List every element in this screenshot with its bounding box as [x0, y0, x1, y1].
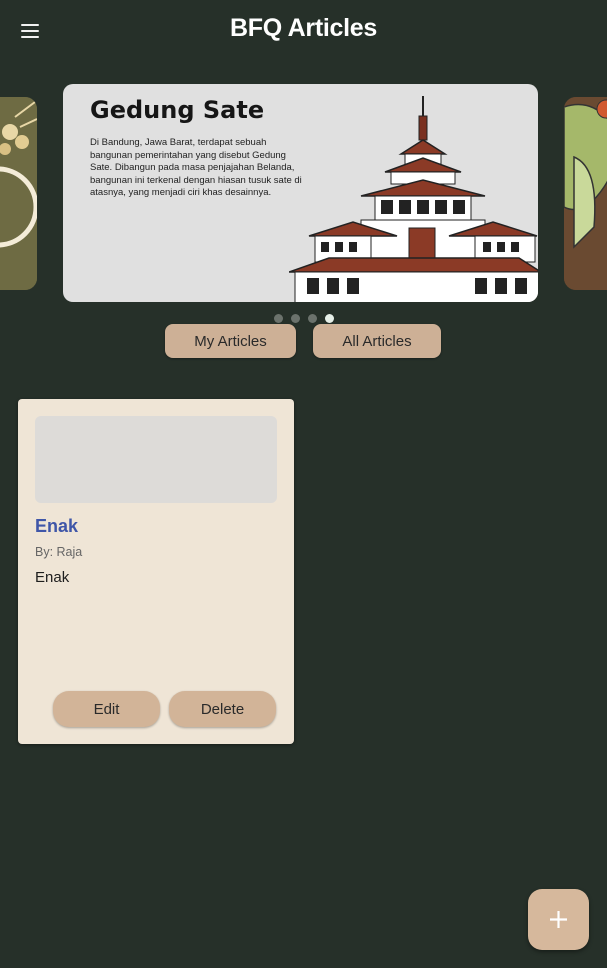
all-articles-button[interactable]: All Articles [313, 324, 441, 358]
delete-button[interactable]: Delete [169, 691, 276, 727]
article-author: By: Raja [35, 545, 83, 559]
carousel-dot[interactable] [290, 314, 300, 323]
featured-carousel[interactable]: Gedung Sate Di Bandung, Jawa Barat, terd… [0, 84, 607, 304]
my-articles-button[interactable]: My Articles [165, 324, 296, 358]
plus-icon [550, 911, 567, 928]
carousel-slide-current[interactable]: Gedung Sate Di Bandung, Jawa Barat, terd… [63, 84, 538, 302]
gedung-sate-illustration [289, 96, 538, 302]
article-card[interactable]: Enak By: Raja Enak Edit Delete [18, 399, 294, 744]
edit-button[interactable]: Edit [53, 691, 160, 727]
app-bar: BFQ Articles [0, 0, 607, 62]
carousel-dot-active[interactable] [324, 314, 334, 323]
article-title[interactable]: Enak [35, 516, 78, 537]
slide-title: Gedung Sate [90, 96, 265, 124]
carousel-dot[interactable] [273, 314, 283, 323]
carousel-slide-previous[interactable] [0, 97, 37, 290]
slide-description: Di Bandung, Jawa Barat, terdapat sebuah … [90, 137, 302, 198]
page-title: BFQ Articles [230, 14, 377, 42]
carousel-slide-next[interactable] [564, 97, 607, 290]
add-article-button[interactable] [528, 889, 589, 950]
article-thumbnail [35, 416, 277, 503]
carousel-dot[interactable] [307, 314, 317, 323]
carousel-page-indicator [0, 314, 607, 324]
article-content: Enak [35, 569, 70, 586]
